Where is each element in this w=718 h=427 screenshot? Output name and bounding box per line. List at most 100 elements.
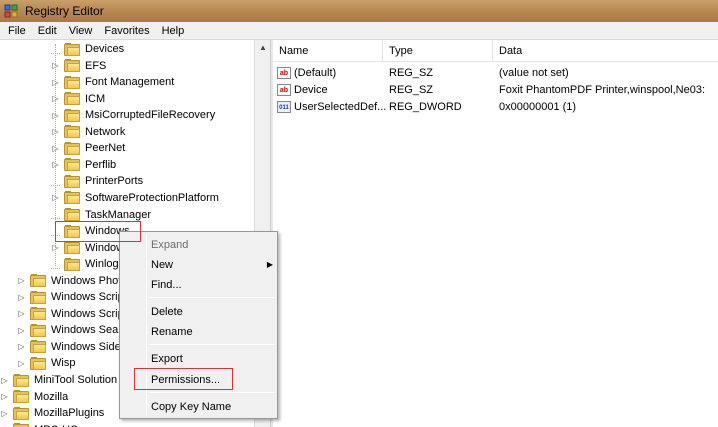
folder-icon xyxy=(30,340,46,354)
tree-item-label: Windows Phot xyxy=(51,274,122,287)
menu-bar: File Edit View Favorites Help xyxy=(0,22,718,40)
registry-editor-icon xyxy=(4,4,18,18)
tree-item[interactable]: ▷ Font Management xyxy=(51,74,174,90)
folder-icon xyxy=(64,257,80,271)
folder-icon xyxy=(13,373,29,387)
tree-item-label: Network xyxy=(85,125,126,138)
tree-item[interactable]: ▷ Perflib xyxy=(51,157,116,173)
tree-item[interactable]: ▷ Mozilla xyxy=(0,389,68,405)
reg-dword-icon: 011 xyxy=(277,100,291,113)
tree-item-label: Perflib xyxy=(85,158,117,171)
folder-icon xyxy=(30,323,46,337)
value-data: 0x00000001 (1) xyxy=(499,100,577,113)
tree-item[interactable]: ▷ ICM xyxy=(51,91,105,107)
menu-item-find[interactable]: Find... xyxy=(151,275,182,295)
folder-icon xyxy=(64,92,80,106)
folder-icon xyxy=(30,307,46,321)
menu-item-new[interactable]: New ▶ xyxy=(151,255,273,275)
tree-item[interactable]: ▷ Windows Phot xyxy=(17,273,121,289)
tree-item[interactable]: ▷ Network xyxy=(51,124,125,140)
folder-icon xyxy=(64,191,80,205)
expand-arrow-icon[interactable]: ▷ xyxy=(17,293,26,302)
menu-separator xyxy=(149,392,275,393)
tree-item[interactable]: ▷ Wisp xyxy=(17,355,75,371)
expand-arrow-icon[interactable]: ▷ xyxy=(17,359,26,368)
tree-item-label: PeerNet xyxy=(85,142,126,155)
value-type: REG_SZ xyxy=(389,66,434,79)
tree-item[interactable]: ▷ MozillaPlugins xyxy=(0,405,104,421)
column-header-name[interactable]: Name xyxy=(273,40,383,62)
value-type: REG_DWORD xyxy=(389,100,462,113)
folder-icon xyxy=(13,390,29,404)
tree-item-label: EFS xyxy=(85,59,107,72)
menu-file[interactable]: File xyxy=(2,22,32,40)
tree-item[interactable]: PrinterPorts xyxy=(51,173,143,189)
tree-item[interactable]: Devices xyxy=(51,41,124,57)
menu-item-copy-key-name[interactable]: Copy Key Name xyxy=(151,397,231,417)
tree-item[interactable]: ▷ EFS xyxy=(51,58,106,74)
value-row[interactable]: ab Device REG_SZ Foxit PhantomPDF Printe… xyxy=(273,81,718,98)
tree-item[interactable]: Winlog xyxy=(51,256,119,272)
menu-item-expand: Expand xyxy=(151,239,189,251)
tree-item[interactable]: ▷ MiniTool Solution xyxy=(0,372,117,388)
value-data: (value not set) xyxy=(499,66,569,79)
tree-item-label: Font Management xyxy=(85,76,175,89)
tree-item-label: Mozilla xyxy=(34,390,69,403)
context-menu: Expand New ▶ Find... Delete Rename Expor… xyxy=(119,231,278,419)
expand-arrow-icon[interactable]: ▷ xyxy=(17,326,26,335)
column-header-type[interactable]: Type xyxy=(383,40,493,62)
folder-icon xyxy=(30,290,46,304)
menu-item-new-label: New xyxy=(151,259,174,271)
window-title: Registry Editor xyxy=(25,4,104,18)
tree-item-label: Windows Scrip xyxy=(51,307,124,320)
tree-item[interactable]: ▷ PeerNet xyxy=(51,140,125,156)
menu-item-delete[interactable]: Delete xyxy=(151,302,183,322)
tree-item-label: MozillaPlugins xyxy=(34,407,105,420)
chevron-right-icon: ▶ xyxy=(266,260,273,269)
tree-item[interactable]: ▷ Windows Searc xyxy=(17,322,127,338)
highlight-box-windows-key xyxy=(55,221,141,242)
tree-item[interactable]: ▷ Windows Sideb xyxy=(17,339,127,355)
value-name: UserSelectedDef... xyxy=(294,100,386,113)
expand-arrow-icon[interactable]: ▷ xyxy=(0,392,9,401)
tree-item[interactable]: ▷MPC-HC xyxy=(0,422,78,427)
tree-item-label: Windows Searc xyxy=(51,324,128,337)
menu-favorites[interactable]: Favorites xyxy=(98,22,155,40)
menu-separator xyxy=(149,344,275,345)
menu-help[interactable]: Help xyxy=(156,22,191,40)
folder-icon xyxy=(64,125,80,139)
expand-arrow-icon[interactable]: ▷ xyxy=(17,309,26,318)
tree-item[interactable]: ▷ Windows Scrip xyxy=(17,289,124,305)
value-type: REG_SZ xyxy=(389,83,434,96)
folder-icon xyxy=(64,174,80,188)
menu-view[interactable]: View xyxy=(63,22,99,40)
expand-arrow-icon[interactable]: ▷ xyxy=(0,376,9,385)
expand-arrow-icon[interactable]: ▷ xyxy=(17,276,26,285)
tree-item-label: TaskManager xyxy=(85,208,152,221)
menu-edit[interactable]: Edit xyxy=(32,22,63,40)
value-name: Device xyxy=(294,83,328,96)
folder-icon xyxy=(64,241,80,255)
value-row[interactable]: ab (Default) REG_SZ (value not set) xyxy=(273,64,718,81)
menu-item-export[interactable]: Export xyxy=(151,349,183,369)
highlight-box-permissions xyxy=(134,368,233,390)
column-header-data[interactable]: Data xyxy=(493,40,718,62)
value-data: Foxit PhantomPDF Printer,winspool,Ne03: xyxy=(499,83,706,96)
expand-arrow-icon[interactable]: ▷ xyxy=(17,342,26,351)
tree-item-label: Wisp xyxy=(51,357,76,370)
scroll-up-icon[interactable]: ▲ xyxy=(255,40,271,56)
values-list: Name Type Data ab (Default) REG_SZ (valu… xyxy=(273,40,718,427)
tree-item[interactable]: ▷ MsiCorruptedFileRecovery xyxy=(51,107,215,123)
reg-sz-icon: ab xyxy=(277,66,291,79)
expand-arrow-icon[interactable]: ▷ xyxy=(0,409,9,418)
title-bar: Registry Editor xyxy=(0,0,718,22)
tree-item[interactable]: ▷ SoftwareProtectionPlatform xyxy=(51,190,219,206)
tree-item[interactable]: ▷ Windows Scrip xyxy=(17,306,124,322)
folder-icon xyxy=(64,141,80,155)
tree-item-label: ICM xyxy=(85,92,106,105)
folder-icon xyxy=(64,59,80,73)
menu-item-rename[interactable]: Rename xyxy=(151,322,193,342)
tree-item-label: PrinterPorts xyxy=(85,175,144,188)
folder-icon xyxy=(64,158,80,172)
value-row[interactable]: 011 UserSelectedDef... REG_DWORD 0x00000… xyxy=(273,98,718,115)
